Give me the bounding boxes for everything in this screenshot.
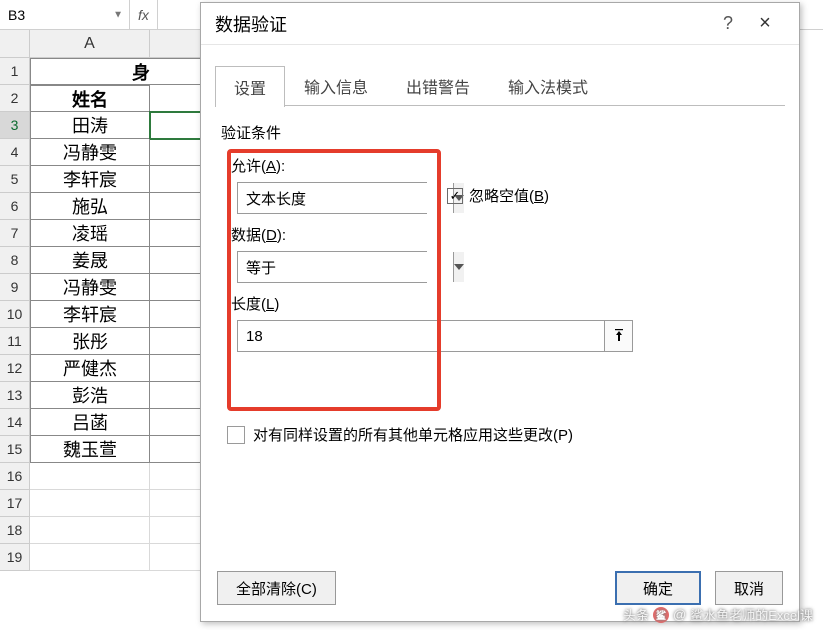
watermark-avatar-icon: 鲨 [653,607,669,623]
row-header[interactable]: 3 [0,112,30,139]
row-header[interactable]: 15 [0,436,30,463]
allow-combo-input[interactable] [238,183,453,213]
column-header-A[interactable]: A [30,30,150,58]
row-header[interactable]: 18 [0,517,30,544]
cell-A1[interactable]: 身 [30,58,150,85]
clear-all-button[interactable]: 全部清除(C) [217,571,336,605]
tab-settings[interactable]: 设置 [215,66,285,107]
allow-combo[interactable] [237,182,427,214]
apply-all-checkbox[interactable] [227,426,245,444]
row-header[interactable]: 2 [0,85,30,112]
row-header[interactable]: 8 [0,247,30,274]
data-combo[interactable] [237,251,427,283]
row-header[interactable]: 6 [0,193,30,220]
tab-input-message[interactable]: 输入信息 [285,65,387,106]
row-header[interactable]: 13 [0,382,30,409]
row-header[interactable]: 16 [0,463,30,490]
apply-all-row[interactable]: 对有同样设置的所有其他单元格应用这些更改(P) [227,424,779,445]
select-all-corner[interactable] [0,30,30,58]
cell-A13[interactable]: 彭浩 [30,382,150,409]
chevron-down-icon[interactable] [453,252,464,282]
watermark: 头条 鲨 @ 鲨水鱼老师的Excel课 [623,605,813,624]
cell-A11[interactable]: 张彤 [30,328,150,355]
cell-A2[interactable]: 姓名 [30,85,150,112]
row-header[interactable]: 11 [0,328,30,355]
fx-label[interactable]: fx [130,0,158,29]
dialog-tabs: 设置 输入信息 出错警告 输入法模式 [215,65,785,106]
range-selector-icon[interactable] [604,321,632,351]
data-validation-dialog: 数据验证 ? × 设置 输入信息 出错警告 输入法模式 验证条件 允许(A): … [200,2,800,622]
cell-A18[interactable] [30,517,150,544]
spreadsheet-area: A 1身 2姓名 3田涛 4冯静雯 5李轩宸 6施弘 7凌瑶 8姜晟 9冯静雯 … [0,30,210,571]
row-header[interactable]: 12 [0,355,30,382]
apply-all-label: 对有同样设置的所有其他单元格应用这些更改(P) [253,424,573,445]
watermark-at: @ [673,607,686,622]
dialog-body: 验证条件 允许(A): ✓ 忽略空值(B) 数据(D): 长度(L) [201,106,799,561]
row-header[interactable]: 4 [0,139,30,166]
row-header[interactable]: 14 [0,409,30,436]
length-label: 长度(L) [231,293,779,314]
row-header[interactable]: 10 [0,301,30,328]
cell-A7[interactable]: 凌瑶 [30,220,150,247]
dialog-titlebar: 数据验证 ? × [201,3,799,45]
cell-A4[interactable]: 冯静雯 [30,139,150,166]
ignore-blank-label: 忽略空值(B) [469,185,549,206]
spreadsheet-grid: 1身 2姓名 3田涛 4冯静雯 5李轩宸 6施弘 7凌瑶 8姜晟 9冯静雯 10… [0,58,210,571]
dialog-close-button[interactable]: × [745,12,785,35]
length-input-row[interactable] [237,320,633,352]
cell-A3[interactable]: 田涛 [30,112,150,139]
ignore-blank-checkbox-row[interactable]: ✓ 忽略空值(B) [447,185,549,206]
cell-A14[interactable]: 吕菡 [30,409,150,436]
cell-A5[interactable]: 李轩宸 [30,166,150,193]
row-header[interactable]: 1 [0,58,30,85]
cell-A16[interactable] [30,463,150,490]
data-label: 数据(D): [231,224,779,245]
ok-button[interactable]: 确定 [615,571,701,605]
cell-A17[interactable] [30,490,150,517]
row-header[interactable]: 9 [0,274,30,301]
cell-A6[interactable]: 施弘 [30,193,150,220]
row-header[interactable]: 5 [0,166,30,193]
cell-A10[interactable]: 李轩宸 [30,301,150,328]
validation-fields: 允许(A): ✓ 忽略空值(B) 数据(D): 长度(L) [221,155,779,352]
dialog-title: 数据验证 [215,11,711,37]
tab-ime-mode[interactable]: 输入法模式 [489,65,607,106]
cell-A9[interactable]: 冯静雯 [30,274,150,301]
tab-error-alert[interactable]: 出错警告 [387,65,489,106]
cell-A8[interactable]: 姜晟 [30,247,150,274]
watermark-text: 鲨水鱼老师的Excel课 [690,605,813,624]
row-header[interactable]: 7 [0,220,30,247]
length-input[interactable] [238,321,604,351]
watermark-prefix: 头条 [623,605,649,624]
cell-A19[interactable] [30,544,150,571]
row-header[interactable]: 19 [0,544,30,571]
allow-label: 允许(A): [231,155,779,176]
name-box-input[interactable] [8,7,121,23]
validation-criteria-label: 验证条件 [221,122,779,143]
row-header[interactable]: 17 [0,490,30,517]
cancel-button[interactable]: 取消 [715,571,783,605]
data-combo-input[interactable] [238,252,453,282]
dialog-help-button[interactable]: ? [711,13,745,34]
cell-A12[interactable]: 严健杰 [30,355,150,382]
name-box-dropdown-icon[interactable]: ▼ [113,9,123,20]
ignore-blank-checkbox[interactable]: ✓ [447,188,463,204]
name-box[interactable]: ▼ [0,0,130,29]
cell-A15[interactable]: 魏玉萱 [30,436,150,463]
